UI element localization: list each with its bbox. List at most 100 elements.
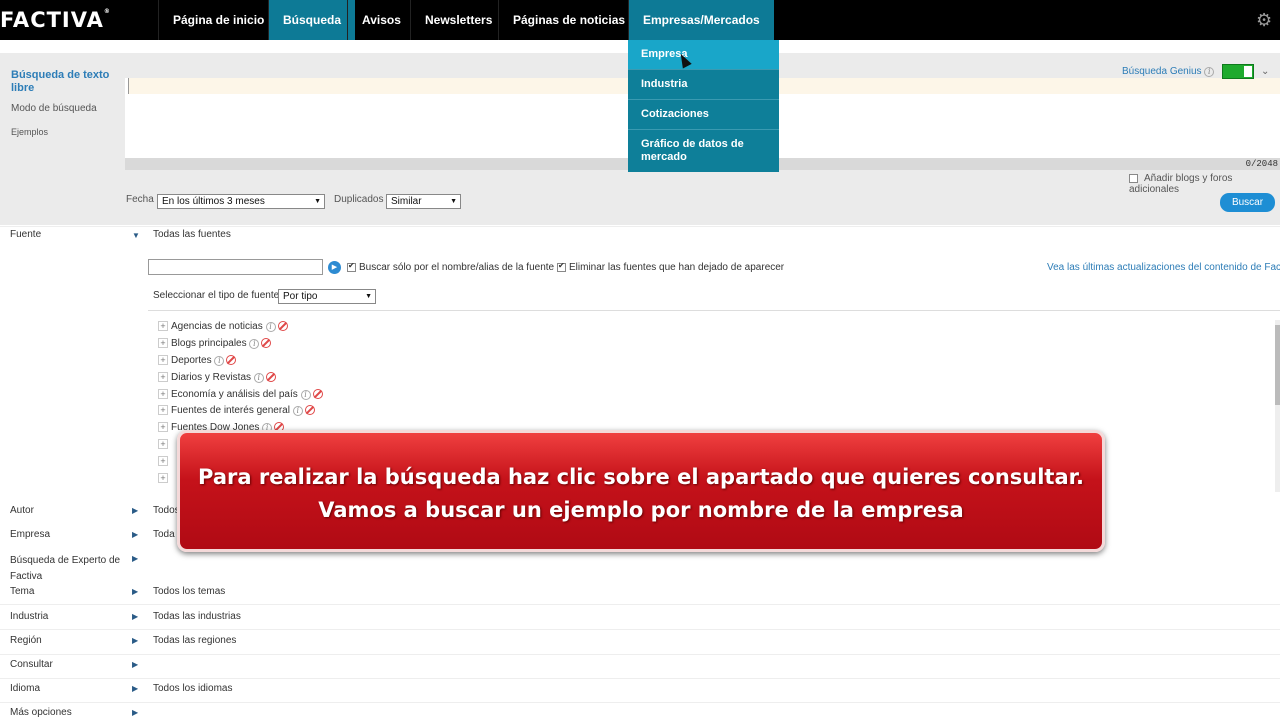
add-blogs-checkbox[interactable] [1129,173,1138,183]
list-item[interactable]: + [158,473,171,484]
remove-sources-option[interactable]: Eliminar las fuentes que han dejado de a… [557,261,784,273]
source-type-label: Seleccionar el tipo de fuente [153,290,280,301]
row-region-value: Todas las regiones [153,635,237,646]
expand-icon[interactable]: + [158,389,168,399]
genius-search-label: Búsqueda Genius i [1122,66,1215,77]
latest-updates-link[interactable]: Vea las últimas actualizaciones del cont… [1047,262,1280,273]
list-item[interactable]: + Diarios y Revistas i [158,372,276,383]
chevron-down-icon[interactable]: ⌄ [1261,66,1269,77]
duplicates-label: Duplicados [334,194,384,205]
row-industry-value: Todas las industrias [153,611,241,622]
genius-toggle[interactable] [1222,64,1254,79]
list-item[interactable]: + [158,456,171,467]
exclude-icon[interactable] [265,372,276,383]
nav-newsletters[interactable]: Newsletters [410,0,506,40]
date-select[interactable]: En los últimos 3 meses [157,194,325,209]
exclude-icon[interactable] [277,321,288,332]
expand-icon[interactable]: + [158,422,168,432]
row-consult-label[interactable]: Consultar [10,659,53,670]
row-more-options-label[interactable]: Más opciones [10,707,72,718]
exclude-icon[interactable] [304,405,315,416]
info-icon[interactable]: i [249,339,260,349]
free-text-search-link[interactable]: Búsqueda de texto libre [11,69,111,95]
info-icon[interactable]: i [265,322,276,332]
top-nav: FACTIVA® Página de inicio Búsqueda Aviso… [0,0,1280,40]
expand-icon[interactable]: + [158,439,168,449]
date-label: Fecha [126,194,154,205]
row-author-value: Todos [153,505,180,516]
caret-right-icon[interactable]: ▶ [132,587,138,596]
divider [0,678,1280,679]
row-industry-label[interactable]: Industria [10,611,48,622]
row-company-label[interactable]: Empresa [10,529,50,540]
info-icon[interactable]: i [1204,67,1215,77]
info-icon[interactable]: i [214,356,225,366]
nav-news-pages[interactable]: Páginas de noticias [498,0,639,40]
caret-right-icon[interactable]: ▶ [132,708,138,717]
list-item[interactable]: + Economía y análisis del país i [158,389,323,400]
name-only-checkbox[interactable] [347,261,356,272]
row-company-value: Toda [153,529,175,540]
list-item[interactable]: + Deportes i [158,355,237,366]
divider [0,226,1280,227]
divider [0,654,1280,655]
search-mode-link[interactable]: Modo de búsqueda [11,103,111,114]
nav-companies-markets[interactable]: Empresas/Mercados [628,0,774,40]
nav-home[interactable]: Página de inicio [158,0,278,40]
list-item[interactable]: + Blogs principales i [158,338,272,349]
row-expert-label[interactable]: Búsqueda de Experto de Factiva [10,553,130,585]
info-icon[interactable]: i [300,390,311,400]
row-topic-label[interactable]: Tema [10,586,34,597]
nav-search[interactable]: Búsqueda [268,0,356,40]
menu-item-industry[interactable]: Industria [628,70,779,100]
banner-text: Para realizar la búsqueda haz clic sobre… [180,461,1102,527]
caret-down-icon[interactable]: ▼ [132,231,140,240]
list-item[interactable]: + [158,439,171,450]
examples-link[interactable]: Ejemplos [11,127,111,137]
menu-item-company[interactable]: Empresa [628,40,779,70]
search-side-links: Búsqueda de texto libre Modo de búsqueda… [11,69,111,137]
exclude-icon[interactable] [261,338,272,349]
remove-sources-checkbox[interactable] [557,261,566,272]
caret-right-icon[interactable]: ▶ [132,612,138,621]
caret-right-icon[interactable]: ▶ [132,530,138,539]
row-region-label[interactable]: Región [10,635,42,646]
exclude-icon[interactable] [312,389,323,400]
expand-icon[interactable]: + [158,473,168,483]
caret-right-icon[interactable]: ▶ [132,684,138,693]
list-item[interactable]: + Agencias de noticias i [158,321,288,332]
info-icon[interactable]: i [253,373,264,383]
source-value: Todas las fuentes [153,229,231,240]
source-label[interactable]: Fuente [10,229,41,240]
source-search-input[interactable] [148,259,323,275]
factiva-logo[interactable]: FACTIVA® [0,8,111,32]
source-list-scrollbar[interactable] [1275,320,1280,492]
add-blogs-option[interactable]: Añadir blogs y foros adicionales [1129,173,1280,195]
caret-right-icon[interactable]: ▶ [132,636,138,645]
duplicates-select[interactable]: Similar [386,194,461,209]
source-type-select[interactable]: Por tipo [278,289,376,304]
expand-icon[interactable]: + [158,405,168,415]
menu-item-market-chart[interactable]: Gráfico de datos de mercado [628,130,779,172]
expand-icon[interactable]: + [158,321,168,331]
list-item[interactable]: + Fuentes de interés general i [158,405,315,416]
caret-right-icon[interactable]: ▶ [132,660,138,669]
gear-icon[interactable]: ⚙ [1256,10,1276,30]
nav-alerts[interactable]: Avisos [347,0,415,40]
go-arrow-icon[interactable]: ▶ [328,261,341,274]
caret-right-icon[interactable]: ▶ [132,554,138,563]
name-only-option[interactable]: Buscar sólo por el nombre/alias de la fu… [347,261,554,273]
menu-item-quotes[interactable]: Cotizaciones [628,100,779,130]
expand-icon[interactable]: + [158,456,168,466]
caret-right-icon[interactable]: ▶ [132,506,138,515]
expand-icon[interactable]: + [158,338,168,348]
row-language-label[interactable]: Idioma [10,683,40,694]
row-language-value: Todos los idiomas [153,683,233,694]
row-author-label[interactable]: Autor [10,505,34,516]
expand-icon[interactable]: + [158,372,168,382]
search-button[interactable]: Buscar [1220,193,1275,212]
tutorial-banner: Para realizar la búsqueda haz clic sobre… [177,430,1105,552]
info-icon[interactable]: i [292,406,303,416]
expand-icon[interactable]: + [158,355,168,365]
exclude-icon[interactable] [226,355,237,366]
